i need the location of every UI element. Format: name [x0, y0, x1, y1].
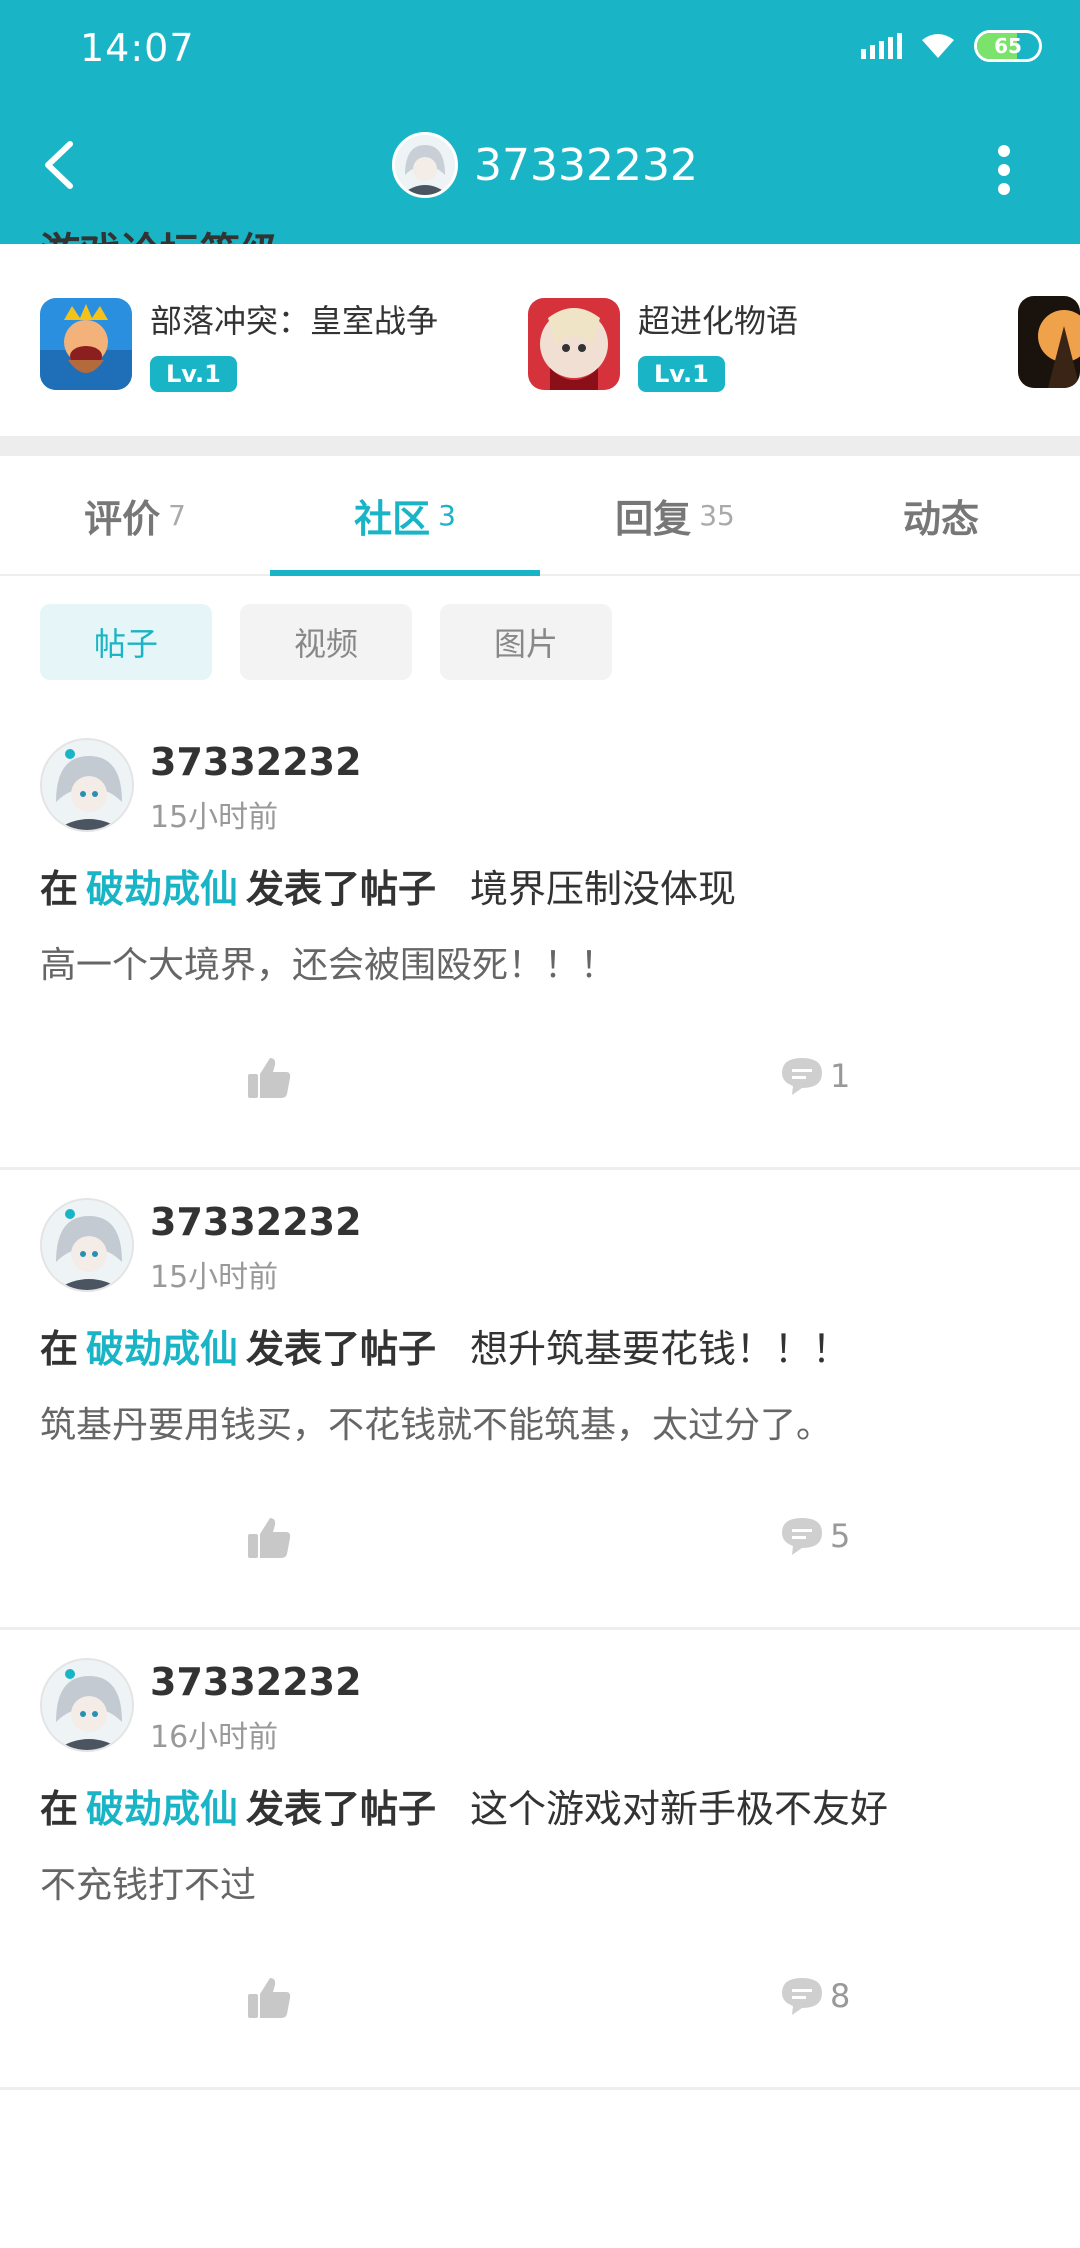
tab-activity[interactable]: 动态	[810, 456, 1080, 574]
post-title: 境界压制没体现	[470, 867, 737, 911]
post-author[interactable]: 37332232	[150, 1660, 362, 1704]
level-item-partial[interactable]	[1018, 296, 1080, 388]
levels-title: 游戏论坛等级	[40, 220, 280, 244]
comment-icon	[782, 1058, 822, 1095]
tab-reviews[interactable]: 评价 7	[0, 456, 270, 574]
comment-icon	[782, 1518, 822, 1555]
post-game-link[interactable]: 破劫成仙	[86, 1327, 238, 1371]
active-tab-indicator	[270, 570, 540, 576]
more-options-icon[interactable]	[998, 145, 1012, 195]
status-time: 14:07	[80, 26, 195, 70]
post-headline[interactable]: 在破劫成仙 发表了帖子 境界压制没体现	[40, 858, 736, 913]
post-body: 不充钱打不过	[40, 1865, 257, 1906]
post-title: 想升筑基要花钱！！！	[470, 1327, 851, 1371]
post-body: 高一个大境界，还会被围殴死！！！	[40, 945, 617, 986]
section-divider	[0, 436, 1080, 456]
game-icon	[40, 298, 132, 390]
avatar[interactable]	[40, 1198, 134, 1292]
like-icon[interactable]	[246, 1056, 292, 1100]
forum-levels: 部落冲突：皇室战争 Lv.1 超进化物语 Lv.1	[0, 296, 1080, 392]
comment-count: 1	[830, 1057, 851, 1095]
post-title: 这个游戏对新手极不友好	[470, 1787, 889, 1831]
game-name: 部落冲突：皇室战争	[150, 302, 439, 340]
avatar[interactable]	[40, 738, 134, 832]
post-item[interactable]: 37332232 15小时前 在破劫成仙 发表了帖子 想升筑基要花钱！！！ 筑基丹要…	[0, 1170, 1080, 1630]
comment-button[interactable]: 5	[780, 1516, 850, 1556]
filter-videos[interactable]: 视频	[240, 604, 412, 680]
avatar[interactable]	[40, 1658, 134, 1752]
tab-community[interactable]: 社区 3	[270, 456, 540, 576]
post-time: 15小时前	[150, 1260, 279, 1295]
comment-count: 5	[830, 1517, 851, 1555]
game-name: 超进化物语	[638, 302, 799, 340]
post-headline[interactable]: 在破劫成仙 发表了帖子 这个游戏对新手极不友好	[40, 1778, 888, 1833]
tab-replies[interactable]: 回复 35	[540, 456, 810, 574]
filter-posts[interactable]: 帖子	[40, 604, 212, 680]
level-badge: Lv.1	[150, 356, 237, 392]
battery-icon: 65	[974, 30, 1042, 62]
battery-level: 65	[994, 34, 1022, 58]
page-title: 37332232	[474, 139, 698, 191]
post-headline[interactable]: 在破劫成仙 发表了帖子 想升筑基要花钱！！！	[40, 1318, 850, 1373]
like-icon[interactable]	[246, 1976, 292, 2020]
comment-button[interactable]: 8	[780, 1976, 850, 2016]
like-icon[interactable]	[246, 1516, 292, 1560]
level-badge: Lv.1	[638, 356, 725, 392]
game-icon	[528, 298, 620, 390]
level-item-chaojinhua[interactable]: 超进化物语 Lv.1	[528, 296, 798, 392]
status-icons: 65	[861, 30, 1042, 62]
top-bar: 14:07 65 37332232	[0, 0, 1080, 244]
post-time: 16小时前	[150, 1720, 279, 1755]
filter-images[interactable]: 图片	[440, 604, 612, 680]
comment-count: 8	[830, 1977, 851, 2015]
post-item[interactable]: 37332232 15小时前 在破劫成仙 发表了帖子 境界压制没体现 高一个大境界，…	[0, 710, 1080, 1170]
post-game-link[interactable]: 破劫成仙	[86, 867, 238, 911]
post-body: 筑基丹要用钱买，不花钱就不能筑基，太过分了。	[40, 1405, 833, 1446]
post-item[interactable]: 37332232 16小时前 在破劫成仙 发表了帖子 这个游戏对新手极不友好 不充钱…	[0, 1630, 1080, 2090]
user-title: 37332232	[392, 132, 698, 198]
wifi-icon	[922, 34, 954, 58]
back-icon[interactable]	[40, 140, 80, 190]
post-game-link[interactable]: 破劫成仙	[86, 1787, 238, 1831]
post-author[interactable]: 37332232	[150, 740, 362, 784]
post-author[interactable]: 37332232	[150, 1200, 362, 1244]
level-item-clash-royale[interactable]: 部落冲突：皇室战争 Lv.1	[40, 296, 438, 392]
profile-tabs: 评价 7 社区 3 回复 35 动态	[0, 456, 1080, 576]
avatar[interactable]	[392, 132, 458, 198]
game-icon	[1018, 296, 1080, 388]
signal-icon	[861, 33, 902, 59]
comment-icon	[782, 1978, 822, 2015]
content-filters: 帖子 视频 图片	[40, 604, 612, 680]
comment-button[interactable]: 1	[780, 1056, 850, 1096]
post-time: 15小时前	[150, 800, 279, 835]
